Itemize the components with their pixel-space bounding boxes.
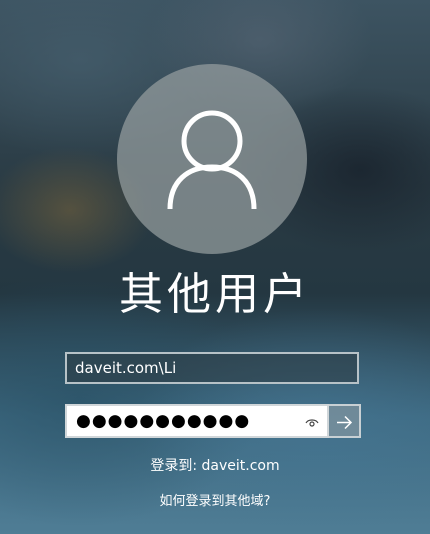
password-mask: ●●●●●●●●●●● bbox=[76, 411, 251, 431]
password-input[interactable]: ●●●●●●●●●●● bbox=[65, 404, 329, 438]
user-silhouette-icon bbox=[167, 110, 257, 210]
submit-button[interactable] bbox=[329, 404, 361, 438]
user-display-name: 其他用户 bbox=[119, 269, 311, 320]
arrow-right-icon bbox=[337, 415, 353, 430]
login-screen: 其他用户 daveit.com\Li ●●●●●●●●●●● 登录到: dave… bbox=[0, 0, 430, 534]
user-avatar bbox=[117, 64, 307, 254]
password-row: ●●●●●●●●●●● bbox=[65, 404, 361, 438]
username-input[interactable]: daveit.com\Li bbox=[65, 352, 359, 384]
eye-icon[interactable] bbox=[305, 416, 319, 428]
signin-domain-text: 登录到: daveit.com bbox=[150, 458, 280, 474]
other-domain-link[interactable]: 如何登录到其他域? bbox=[0, 492, 430, 512]
